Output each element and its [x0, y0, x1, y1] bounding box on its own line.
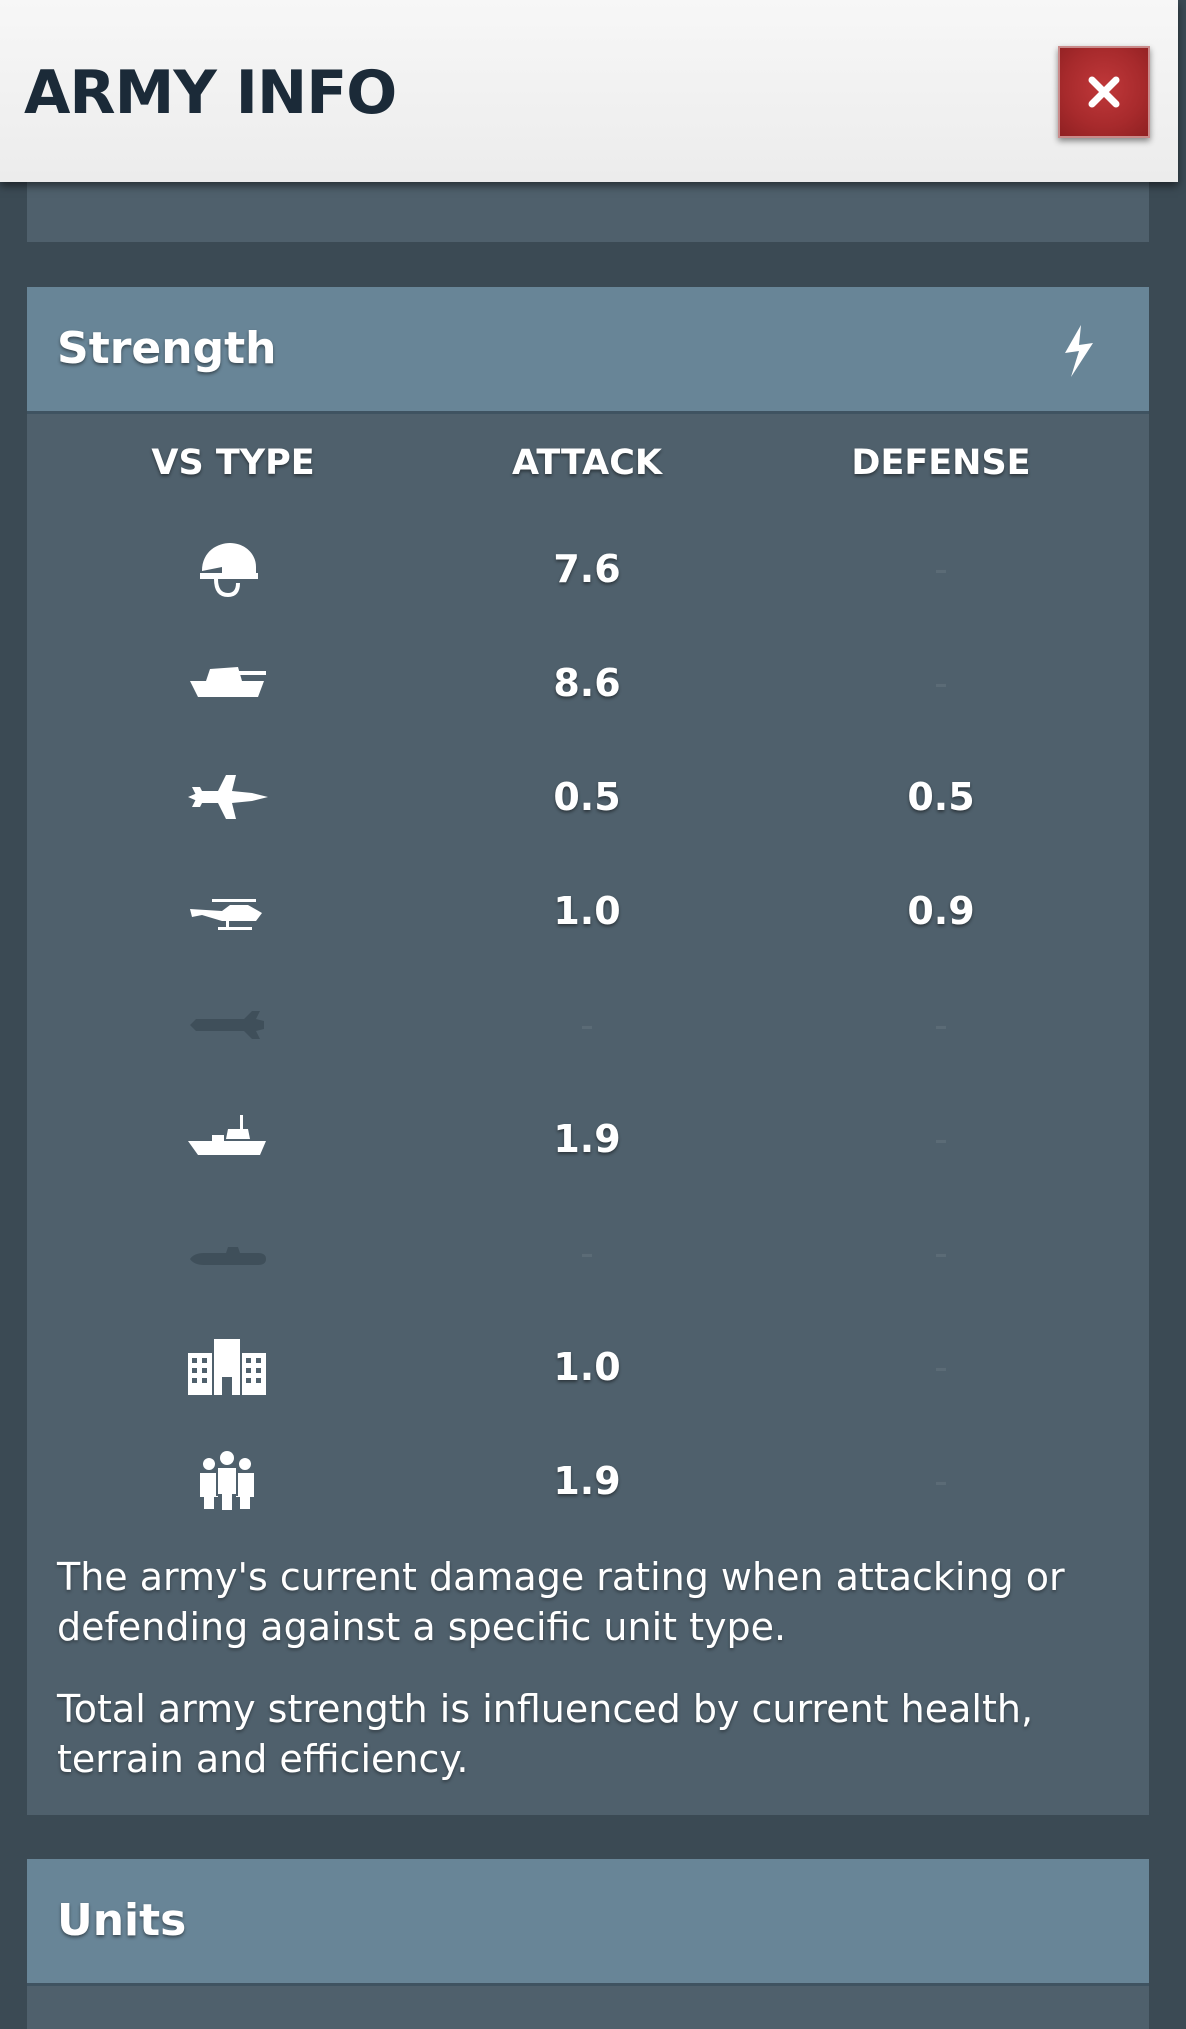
strength-card: Strength VS TYPE ATTACK DEFENSE 7.6 - 8.… [27, 287, 1149, 1815]
strength-card-header[interactable]: Strength [27, 287, 1149, 414]
defense-value: - [934, 1231, 948, 1275]
defense-value: - [934, 547, 948, 591]
column-header-type: VS TYPE [151, 443, 315, 483]
strength-row-missile: - - [27, 985, 1149, 1065]
units-title: Units [57, 1895, 187, 1946]
attack-value: - [580, 1003, 594, 1047]
missile-icon [190, 1011, 264, 1039]
strength-row-helicopter: 1.0 0.9 [27, 871, 1149, 951]
strength-row-ship: 1.9 - [27, 1099, 1149, 1179]
attack-value: 8.6 [553, 661, 621, 705]
close-button[interactable] [1058, 46, 1150, 138]
defense-value: - [934, 1459, 948, 1503]
building-icon [188, 1339, 266, 1395]
helicopter-icon [190, 899, 262, 930]
defense-value: - [934, 661, 948, 705]
strength-description-2: Total army strength is influenced by cur… [57, 1687, 1034, 1781]
submarine-icon [190, 1247, 266, 1265]
dialog-header: ARMY INFO [0, 0, 1178, 182]
ship-icon [188, 1115, 266, 1155]
strength-row-jet: 0.5 0.5 [27, 757, 1149, 837]
units-card-header[interactable]: Units [27, 1859, 1149, 1986]
column-header-defense: DEFENSE [851, 443, 1031, 483]
strength-row-infantry: 7.6 - [27, 529, 1149, 609]
defense-value: - [934, 1117, 948, 1161]
civilians-icon [200, 1451, 254, 1512]
strength-row-building: 1.0 - [27, 1327, 1149, 1407]
attack-value: 0.5 [553, 775, 621, 819]
defense-value: 0.9 [907, 889, 975, 933]
strength-row-tank: 8.6 - [27, 643, 1149, 723]
strength-title: Strength [57, 323, 277, 374]
attack-value: 1.0 [553, 889, 621, 933]
jet-fighter-icon [188, 775, 268, 819]
lightning-bolt-icon [1065, 325, 1093, 377]
attack-value: 1.0 [553, 1345, 621, 1389]
infantry-helmet-icon [200, 543, 258, 598]
strength-row-submarine: - - [27, 1213, 1149, 1293]
close-icon [1088, 76, 1120, 108]
column-header-attack: ATTACK [511, 443, 663, 483]
attack-value: 7.6 [553, 547, 621, 591]
page-title: ARMY INFO [24, 58, 397, 128]
strength-description-1: The army's current damage rating when at… [57, 1555, 1065, 1649]
defense-value: - [934, 1003, 948, 1047]
defense-value: - [934, 1345, 948, 1389]
attack-value: 1.9 [553, 1459, 621, 1503]
strength-row-civilians: 1.9 - [27, 1441, 1149, 1521]
attack-value: - [580, 1231, 594, 1275]
attack-value: 1.9 [553, 1117, 621, 1161]
tank-icon [190, 667, 266, 697]
defense-value: 0.5 [907, 775, 975, 819]
units-card: Units [27, 1859, 1149, 2029]
